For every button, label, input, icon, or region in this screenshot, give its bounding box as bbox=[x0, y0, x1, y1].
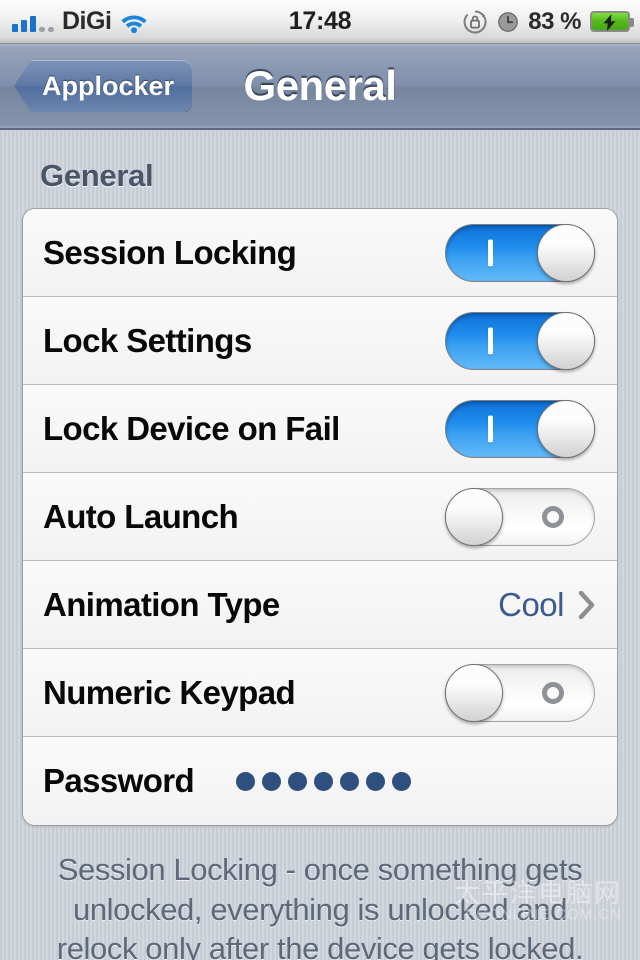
row-label: Auto Launch bbox=[43, 497, 239, 535]
toggle-lock-settings[interactable] bbox=[445, 311, 595, 370]
row-animation-type[interactable]: Animation Type Cool bbox=[23, 561, 617, 649]
password-dot bbox=[236, 771, 256, 791]
row-label: Password bbox=[43, 762, 195, 799]
toggle-on-marker bbox=[488, 239, 493, 266]
toggle-numeric-keypad[interactable] bbox=[445, 663, 595, 722]
battery-percent-label: 83 % bbox=[528, 7, 581, 35]
toggle-knob bbox=[445, 663, 503, 722]
toggle-knob bbox=[537, 311, 595, 370]
row-label: Lock Settings bbox=[43, 321, 252, 359]
row-value-animation-type: Cool bbox=[498, 585, 564, 623]
toggle-auto-launch[interactable] bbox=[445, 487, 595, 546]
toggle-off-marker bbox=[542, 505, 564, 528]
battery-charging-icon bbox=[590, 11, 634, 32]
row-session-locking[interactable]: Session Locking bbox=[23, 209, 617, 297]
row-password[interactable]: Password bbox=[23, 737, 617, 825]
row-label: Lock Device on Fail bbox=[43, 409, 340, 447]
page-title: General bbox=[243, 62, 397, 109]
password-dot bbox=[314, 771, 334, 791]
row-lock-device-on-fail[interactable]: Lock Device on Fail bbox=[23, 385, 617, 473]
settings-table-group: Session Locking Lock Settings Lock Devic… bbox=[22, 208, 618, 826]
toggle-off-marker bbox=[542, 681, 564, 704]
row-auto-launch[interactable]: Auto Launch bbox=[23, 473, 617, 561]
password-masked-value[interactable] bbox=[236, 771, 595, 791]
status-bar-right: 83 % bbox=[462, 7, 634, 36]
toggle-lock-device-on-fail[interactable] bbox=[445, 399, 595, 458]
password-dot bbox=[340, 771, 360, 791]
toggle-on-marker bbox=[488, 415, 493, 442]
rotation-lock-icon bbox=[462, 9, 488, 35]
password-dot bbox=[262, 771, 282, 791]
toggle-knob bbox=[537, 399, 595, 458]
row-numeric-keypad[interactable]: Numeric Keypad bbox=[23, 649, 617, 737]
row-lock-settings[interactable]: Lock Settings bbox=[23, 297, 617, 385]
toggle-on-marker bbox=[488, 327, 493, 354]
password-dot bbox=[288, 771, 308, 791]
row-label: Session Locking bbox=[43, 233, 297, 271]
status-bar: DiGi 17:48 83 % bbox=[0, 0, 640, 44]
chevron-right-icon bbox=[578, 590, 595, 619]
alarm-clock-icon bbox=[497, 11, 519, 33]
toggle-knob bbox=[445, 487, 503, 546]
toggle-knob bbox=[537, 223, 595, 282]
footer-note: Session Locking - once something gets un… bbox=[56, 852, 584, 960]
section-header-general: General bbox=[40, 158, 154, 193]
row-label: Animation Type bbox=[43, 585, 280, 623]
navigation-bar: Applocker General bbox=[0, 44, 640, 130]
toggle-session-locking[interactable] bbox=[445, 223, 595, 282]
password-dot bbox=[392, 771, 412, 791]
password-dot bbox=[366, 771, 386, 791]
iphone-screen: DiGi 17:48 83 % Applocker General Genera… bbox=[0, 0, 640, 960]
row-label: Numeric Keypad bbox=[43, 673, 296, 711]
settings-content: General Session Locking Lock Settings Lo… bbox=[0, 158, 640, 960]
